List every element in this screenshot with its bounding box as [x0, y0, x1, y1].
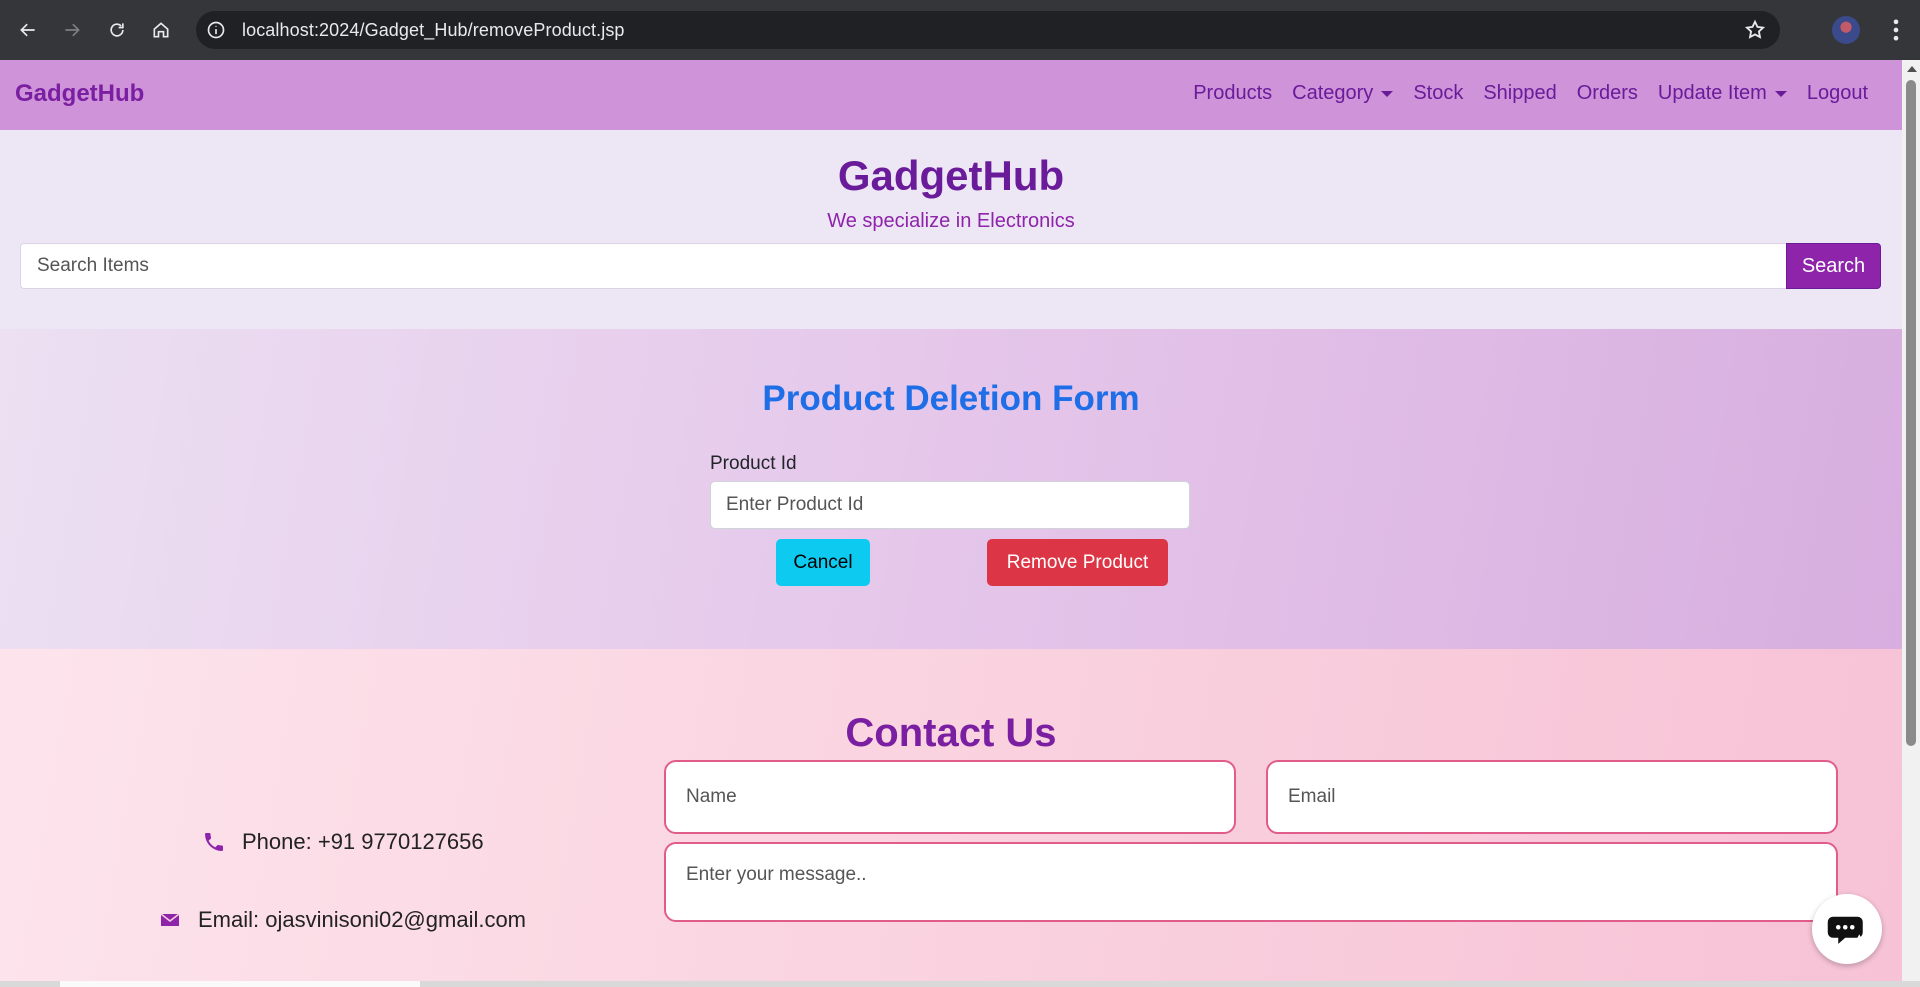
contact-message-input[interactable]	[664, 842, 1838, 922]
remove-product-button[interactable]: Remove Product	[987, 539, 1168, 586]
nav-link-update-item[interactable]: Update Item	[1648, 82, 1797, 105]
contact-title: Contact Us	[845, 711, 1057, 755]
phone-icon	[205, 833, 223, 851]
hero-section: GadgetHub We specialize in Electronics S…	[0, 130, 1902, 329]
caret-down-icon	[1774, 90, 1787, 97]
reload-icon[interactable]	[103, 16, 131, 44]
contact-email: Email: ojasvinisoni02@gmail.com	[158, 907, 526, 933]
star-icon[interactable]	[1744, 19, 1766, 41]
contact-email-input[interactable]	[1266, 760, 1838, 834]
scroll-thumb[interactable]	[1906, 80, 1916, 746]
nav-link-label: Logout	[1806, 82, 1868, 104]
nav-link-label: Category	[1292, 82, 1374, 104]
nav-link-category[interactable]: Category	[1282, 82, 1403, 105]
page-viewport: GadgetHub Products Category Stock Shippe…	[0, 60, 1920, 981]
nav-link-stock[interactable]: Stock	[1403, 82, 1473, 105]
nav-link-orders[interactable]: Orders	[1567, 82, 1648, 105]
envelope-icon	[160, 913, 180, 926]
search-button[interactable]: Search	[1786, 243, 1881, 289]
profile-avatar[interactable]	[1832, 16, 1860, 44]
nav-links: Products Category Stock Shipped Orders U…	[1183, 82, 1878, 105]
kebab-icon[interactable]	[1882, 16, 1910, 44]
chat-icon	[1827, 916, 1865, 944]
product-id-label: Product Id	[710, 453, 797, 474]
hero-subtitle: We specialize in Electronics	[827, 210, 1075, 232]
caret-down-icon	[1381, 90, 1394, 97]
form-title: Product Deletion Form	[762, 379, 1140, 418]
nav-link-products[interactable]: Products	[1183, 82, 1282, 105]
nav-link-label: Products	[1193, 82, 1273, 104]
nav-link-label: Stock	[1413, 82, 1464, 104]
chat-button[interactable]	[1812, 894, 1882, 964]
bottom-tab	[60, 981, 420, 987]
nav-link-logout[interactable]: Logout	[1797, 82, 1878, 105]
info-icon[interactable]	[206, 20, 226, 40]
page-scrollbar[interactable]	[1902, 60, 1920, 981]
hero-title: GadgetHub	[837, 152, 1065, 199]
brand-logo[interactable]: GadgetHub	[15, 80, 144, 108]
nav-link-label: Update Item	[1657, 82, 1767, 104]
address-bar[interactable]: localhost:2024/Gadget_Hub/removeProduct.…	[196, 11, 1780, 49]
phone-text: Phone: +91 9770127656	[242, 829, 484, 854]
nav-link-label: Orders	[1576, 82, 1638, 104]
arrow-left-icon[interactable]	[14, 16, 42, 44]
contact-phone: Phone: +91 9770127656	[202, 829, 484, 855]
product-id-input[interactable]	[710, 481, 1190, 529]
cancel-button[interactable]: Cancel	[776, 539, 870, 586]
url-text[interactable]: localhost:2024/Gadget_Hub/removeProduct.…	[242, 20, 625, 41]
browser-toolbar: localhost:2024/Gadget_Hub/removeProduct.…	[0, 0, 1920, 60]
page-content: GadgetHub Products Category Stock Shippe…	[0, 60, 1902, 981]
scroll-up-arrow-icon[interactable]	[1907, 66, 1917, 72]
contact-section: Contact Us We'd love to hear from you! P…	[0, 649, 1902, 981]
email-text: Email: ojasvinisoni02@gmail.com	[198, 907, 527, 932]
home-icon[interactable]	[147, 16, 175, 44]
search-input[interactable]	[20, 243, 1786, 289]
arrow-right-icon[interactable]	[58, 16, 86, 44]
nav-link-label: Shipped	[1483, 82, 1557, 104]
product-deletion-section: Product Deletion Form Product Id Cancel …	[0, 329, 1902, 649]
contact-name-input[interactable]	[664, 760, 1236, 834]
site-navbar: GadgetHub Products Category Stock Shippe…	[0, 60, 1902, 130]
nav-link-shipped[interactable]: Shipped	[1473, 82, 1566, 105]
